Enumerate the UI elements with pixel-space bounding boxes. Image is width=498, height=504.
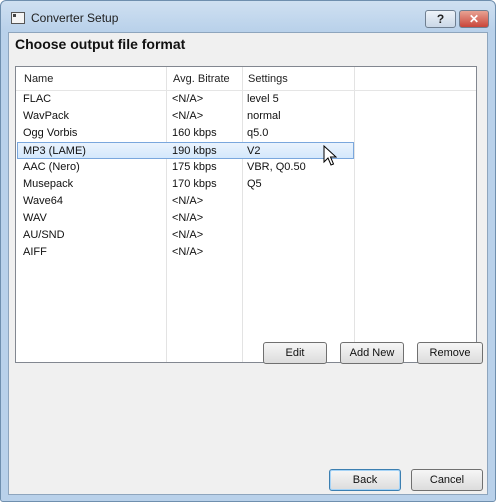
list-item[interactable]: MP3 (LAME) 190 kbps V2 (17, 142, 354, 159)
edit-button[interactable]: Edit (263, 342, 327, 364)
settings-cell: normal (247, 110, 281, 122)
bitrate-cell: 160 kbps (172, 127, 217, 139)
settings-cell: V2 (247, 145, 261, 157)
bitrate-cell: <N/A> (172, 229, 204, 241)
settings-cell: level 5 (247, 93, 279, 105)
back-button[interactable]: Back (329, 469, 401, 491)
settings-cell: VBR, Q0.50 (247, 161, 306, 173)
format-name-cell: AAC (Nero) (23, 161, 80, 173)
bitrate-cell: <N/A> (172, 110, 204, 122)
format-name-cell: Ogg Vorbis (23, 127, 78, 139)
column-header-settings[interactable]: Settings (248, 73, 288, 85)
add-new-button[interactable]: Add New (340, 342, 404, 364)
list-item[interactable]: WAV <N/A> (16, 210, 476, 227)
format-name-cell: WAV (23, 212, 47, 224)
dialog-body: Choose output file format Name Avg. Bitr… (8, 32, 488, 495)
title-bar: Converter Setup ? ✕ (1, 1, 495, 33)
format-name-cell: Wave64 (23, 195, 63, 207)
settings-cell: Q5 (247, 178, 262, 190)
format-name-cell: WavPack (23, 110, 70, 122)
list-item[interactable]: WavPack <N/A> normal (16, 108, 476, 125)
list-item[interactable]: Musepack 170 kbps Q5 (16, 176, 476, 193)
format-name-cell: AIFF (23, 246, 47, 258)
bitrate-cell: <N/A> (172, 195, 204, 207)
format-list[interactable]: Name Avg. Bitrate Settings FLAC <N/A> leve… (15, 66, 477, 363)
cancel-button[interactable]: Cancel (411, 469, 483, 491)
format-name-cell: MP3 (LAME) (23, 145, 86, 157)
bitrate-cell: 170 kbps (172, 178, 217, 190)
list-item[interactable]: Ogg Vorbis 160 kbps q5.0 (16, 125, 476, 142)
remove-button[interactable]: Remove (417, 342, 483, 364)
bitrate-cell: <N/A> (172, 246, 204, 258)
close-button[interactable]: ✕ (459, 10, 489, 28)
bitrate-cell: 175 kbps (172, 161, 217, 173)
list-item[interactable]: FLAC <N/A> level 5 (16, 91, 476, 108)
list-item[interactable]: AU/SND <N/A> (16, 227, 476, 244)
list-item[interactable]: AIFF <N/A> (16, 244, 476, 261)
bitrate-cell: 190 kbps (172, 145, 217, 157)
app-window-icon (11, 12, 25, 24)
bitrate-cell: <N/A> (172, 212, 204, 224)
column-header-name[interactable]: Name (24, 73, 53, 85)
page-heading: Choose output file format (15, 36, 186, 52)
column-header-bitrate[interactable]: Avg. Bitrate (173, 73, 230, 85)
settings-cell: q5.0 (247, 127, 269, 139)
list-item[interactable]: AAC (Nero) 175 kbps VBR, Q0.50 (16, 159, 476, 176)
format-name-cell: FLAC (23, 93, 52, 105)
bitrate-cell: <N/A> (172, 93, 204, 105)
format-name-cell: AU/SND (23, 229, 65, 241)
list-header: Name Avg. Bitrate Settings (16, 67, 476, 91)
list-item[interactable]: Wave64 <N/A> (16, 193, 476, 210)
help-button[interactable]: ? (425, 10, 456, 28)
format-name-cell: Musepack (23, 178, 74, 190)
window-title: Converter Setup (31, 11, 119, 25)
converter-setup-window: Converter Setup ? ✕ Choose output file f… (0, 0, 496, 502)
mouse-pointer-icon (323, 145, 337, 166)
